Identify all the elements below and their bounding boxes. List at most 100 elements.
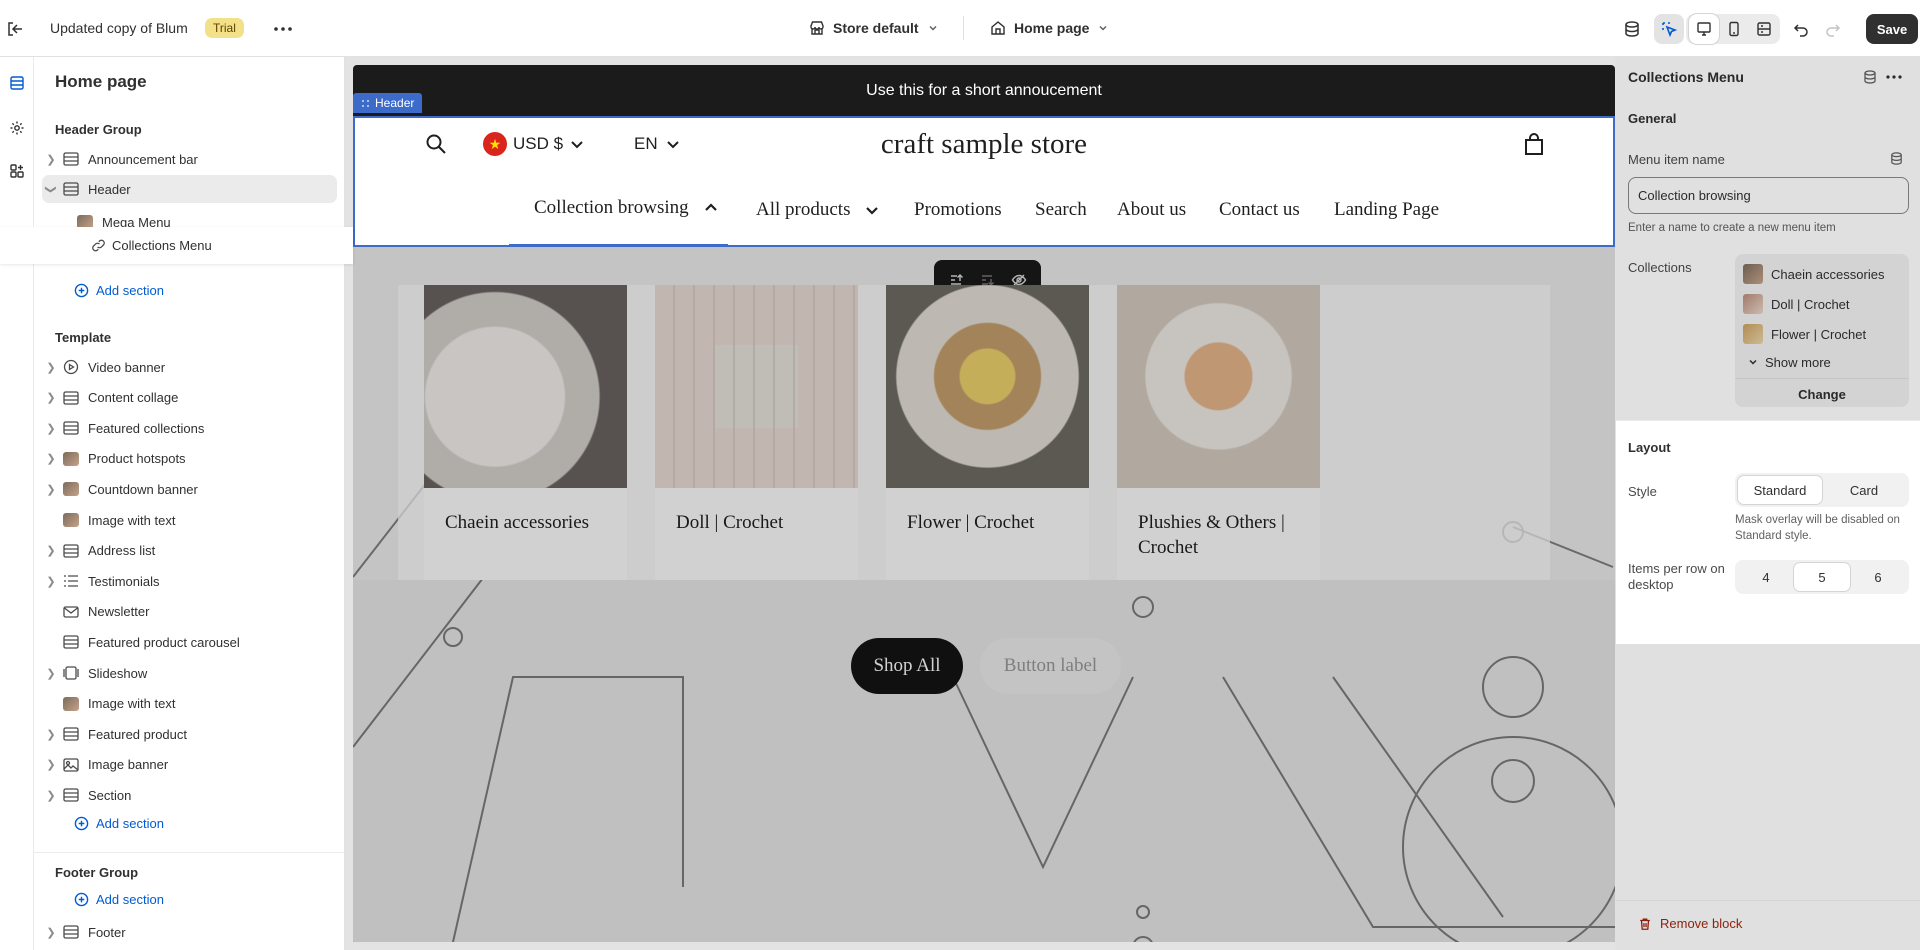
- collection-item[interactable]: Doll | Crochet: [1743, 292, 1850, 316]
- template-group-label: Template: [55, 330, 112, 345]
- section-image-with-text[interactable]: Image with text: [42, 506, 337, 534]
- remove-block-button[interactable]: Remove block: [1638, 916, 1742, 931]
- collection-thumbnail: [1743, 294, 1763, 314]
- more-options-icon[interactable]: [268, 14, 298, 44]
- chevron-right-icon: ❯: [46, 759, 56, 772]
- chevron-right-icon: ❯: [46, 789, 56, 802]
- collection-item[interactable]: Flower | Crochet: [1743, 322, 1866, 346]
- header-section-tag[interactable]: Header: [353, 93, 423, 113]
- mobile-icon[interactable]: [1719, 14, 1749, 44]
- section-layout-icon: [60, 924, 82, 940]
- section-label: Content collage: [88, 390, 179, 406]
- collection-name: Chaein accessories: [1771, 266, 1885, 282]
- footer-group-label: Footer Group: [55, 865, 139, 880]
- menu-item-help: Enter a name to create a new menu item: [1628, 222, 1836, 234]
- section-product-hotspots[interactable]: ❯ Product hotspots: [42, 445, 337, 473]
- nav-collection-browsing[interactable]: Collection browsing: [534, 197, 719, 219]
- divider: [34, 852, 344, 853]
- collections-label: Collections: [1628, 260, 1692, 275]
- nav-landing-page[interactable]: Landing Page: [1334, 199, 1439, 221]
- block-collections-menu[interactable]: Collections Menu: [0, 227, 353, 264]
- database-icon[interactable]: [1862, 69, 1878, 85]
- trash-icon: [1638, 917, 1652, 931]
- section-header[interactable]: ❯ Header: [42, 175, 337, 203]
- save-button[interactable]: Save: [1866, 14, 1918, 44]
- collection-card[interactable]: Chaein accessories: [424, 285, 627, 580]
- page-select-label: Home page: [1014, 20, 1090, 36]
- chevron-right-icon: ❯: [46, 453, 56, 466]
- theme-select[interactable]: Store default: [809, 20, 939, 36]
- undo-icon[interactable]: [1786, 14, 1816, 44]
- section-featured-product[interactable]: ❯ Featured product: [42, 720, 337, 748]
- items-option-6[interactable]: 6: [1850, 563, 1906, 591]
- more-options-icon[interactable]: [1886, 75, 1902, 79]
- layout-icon: [60, 634, 82, 650]
- section-countdown-banner[interactable]: ❯ Countdown banner: [42, 475, 337, 503]
- collection-item[interactable]: Chaein accessories: [1743, 262, 1884, 286]
- inspector-icon[interactable]: [1654, 14, 1684, 44]
- show-more-label: Show more: [1765, 354, 1831, 370]
- menu-item-name-input[interactable]: Collection browsing: [1628, 177, 1909, 214]
- section-announcement-bar[interactable]: ❯ Announcement bar: [42, 145, 337, 173]
- section-address-list[interactable]: ❯ Address list: [42, 537, 337, 565]
- section-video-banner[interactable]: ❯ Video banner: [42, 353, 337, 381]
- sections-icon[interactable]: [2, 68, 32, 98]
- secondary-button[interactable]: Button label: [980, 638, 1121, 694]
- layout-heading: Layout: [1628, 440, 1671, 455]
- redo-icon[interactable]: [1818, 14, 1848, 44]
- section-testimonials[interactable]: ❯ Testimonials: [42, 567, 337, 595]
- section-footer[interactable]: ❯ Footer: [42, 918, 337, 946]
- section-featured-collections[interactable]: ❯ Featured collections: [42, 414, 337, 442]
- page-title: Home page: [55, 72, 147, 91]
- exit-icon[interactable]: [0, 14, 30, 44]
- collection-card[interactable]: Doll | Crochet: [655, 285, 858, 580]
- add-section-button[interactable]: Add section: [74, 886, 344, 912]
- collection-card[interactable]: Plushies & Others | Crochet: [1117, 285, 1320, 580]
- trial-badge: Trial: [205, 18, 244, 38]
- section-image-with-text[interactable]: Image with text: [42, 690, 337, 718]
- apps-icon[interactable]: [2, 156, 32, 186]
- gear-icon[interactable]: [2, 113, 32, 143]
- items-option-5[interactable]: 5: [1794, 563, 1850, 591]
- add-circle-icon: [74, 816, 89, 831]
- section-newsletter[interactable]: Newsletter: [42, 598, 337, 626]
- add-section-button[interactable]: Add section: [74, 275, 344, 305]
- nav-all-products[interactable]: All products: [756, 199, 880, 221]
- section-label: Countdown banner: [88, 481, 198, 497]
- desktop-icon[interactable]: [1689, 14, 1719, 44]
- cart-icon[interactable]: [1522, 133, 1546, 157]
- add-section-button[interactable]: Add section: [74, 810, 344, 836]
- page-select[interactable]: Home page: [990, 20, 1109, 36]
- style-option-standard[interactable]: Standard: [1738, 476, 1822, 504]
- chevron-down-icon: [1097, 22, 1109, 34]
- database-icon[interactable]: [1889, 151, 1904, 166]
- layout-icon: [60, 787, 82, 803]
- chevron-right-icon: ❯: [46, 926, 56, 939]
- collection-card[interactable]: Flower | Crochet: [886, 285, 1089, 580]
- mail-icon: [60, 604, 82, 620]
- items-option-4[interactable]: 4: [1738, 563, 1794, 591]
- theme-select-label: Store default: [833, 20, 919, 36]
- style-option-card[interactable]: Card: [1822, 476, 1906, 504]
- announcement-bar[interactable]: Use this for a short annoucement: [353, 65, 1615, 116]
- sections-db-icon[interactable]: [1617, 14, 1647, 44]
- nav-promotions[interactable]: Promotions: [914, 199, 1002, 221]
- section-featured-product-carousel[interactable]: Featured product carousel: [42, 628, 337, 656]
- nav-about-us[interactable]: About us: [1117, 199, 1186, 221]
- fullscreen-icon[interactable]: [1749, 14, 1779, 44]
- list-icon: [60, 573, 82, 589]
- section-section[interactable]: ❯ Section: [42, 781, 337, 809]
- show-more-button[interactable]: Show more: [1747, 350, 1831, 374]
- nav-contact-us[interactable]: Contact us: [1219, 199, 1300, 221]
- general-heading: General: [1628, 111, 1677, 126]
- section-slideshow[interactable]: ❯ Slideshow: [42, 659, 337, 687]
- section-content-collage[interactable]: ❯ Content collage: [42, 384, 337, 412]
- nav-search[interactable]: Search: [1035, 199, 1087, 221]
- change-button[interactable]: Change: [1735, 381, 1909, 407]
- collection-image: [1117, 285, 1320, 488]
- shop-all-button[interactable]: Shop All: [851, 638, 963, 694]
- menu-item-name-label: Menu item name: [1628, 152, 1725, 167]
- chevron-right-icon: ❯: [46, 575, 56, 588]
- section-image-banner[interactable]: ❯ Image banner: [42, 751, 337, 779]
- store-title[interactable]: craft sample store: [353, 128, 1615, 161]
